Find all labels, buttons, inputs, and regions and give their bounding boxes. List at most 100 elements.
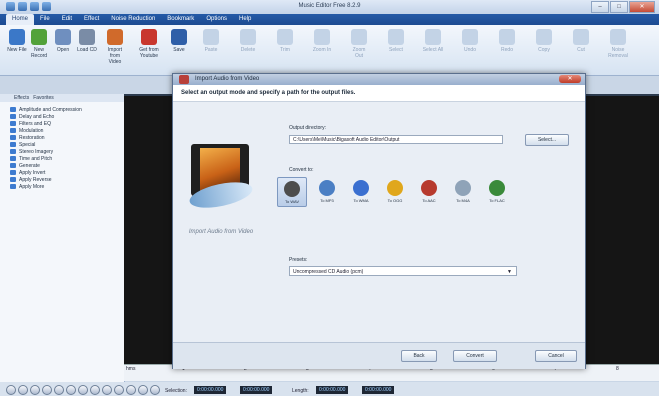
rewind-button[interactable]	[18, 385, 28, 395]
record-button[interactable]	[66, 385, 76, 395]
effect-label: Amplitude and Compression	[19, 106, 82, 113]
ribbon-disabled-select-all: Select All	[422, 29, 444, 53]
zoom-fit-button[interactable]	[138, 385, 148, 395]
format-label: To AAC	[422, 198, 436, 203]
back-button[interactable]: Back	[401, 350, 437, 362]
tab-edit[interactable]: Edit	[56, 14, 78, 25]
effect-item[interactable]: Restoration	[10, 134, 82, 141]
disabled-tool-icon	[462, 29, 478, 45]
tab-options[interactable]: Options	[200, 14, 233, 25]
maximize-button[interactable]: □	[610, 1, 628, 13]
record-icon	[31, 29, 47, 45]
ribbon-disabled-label: Select All	[422, 47, 444, 53]
effect-item[interactable]: Generate	[10, 162, 82, 169]
go-start-button[interactable]	[90, 385, 100, 395]
effect-icon	[10, 121, 16, 126]
dialog-title-bar: Import Audio from Video ✕	[173, 74, 585, 85]
ribbon-disabled-label: Redo	[501, 47, 513, 53]
zoom-selection-button[interactable]	[150, 385, 160, 395]
format-option-m4a[interactable]: To M4A	[449, 177, 477, 205]
forward-button[interactable]	[54, 385, 64, 395]
ribbon-tabs: Home File Edit Effect Noise Reduction Bookmar…	[0, 14, 659, 25]
ribbon-disabled-zoom-in: Zoom In	[311, 29, 333, 53]
go-end-button[interactable]	[102, 385, 112, 395]
import-audio-dialog: Import Audio from Video ✕ Select an outp…	[172, 73, 586, 369]
effects-panel: Effects Favorites Amplitude and Compress…	[0, 94, 125, 396]
dialog-app-icon	[179, 75, 189, 84]
effect-item[interactable]: Modulation	[10, 127, 82, 134]
tab-favorites[interactable]: Favorites	[33, 94, 54, 102]
play-button[interactable]	[30, 385, 40, 395]
ribbon-button-open-folder[interactable]: Open	[52, 29, 74, 53]
ribbon-button-save[interactable]: Save	[168, 29, 190, 53]
output-directory-field[interactable]: C:\Users\Me\Music\Bigasoft Audio Editor\…	[289, 135, 503, 144]
effect-item[interactable]: Amplitude and Compression	[10, 106, 82, 113]
disabled-tool-icon	[573, 29, 589, 45]
ribbon-button-label: New File	[7, 47, 27, 53]
flac-icon	[489, 180, 505, 196]
selection-end-time: 0:00:00.000	[240, 386, 273, 394]
ribbon-button-label: New Record	[30, 47, 48, 59]
effect-item[interactable]: Stereo Imagery	[10, 148, 82, 155]
effect-icon	[10, 135, 16, 140]
format-label: To WMA	[353, 198, 369, 203]
format-option-wma[interactable]: To WMA	[347, 177, 375, 205]
tab-bookmark[interactable]: Bookmark	[161, 14, 200, 25]
format-option-wav[interactable]: To WAV	[277, 177, 307, 207]
tab-home[interactable]: Home	[6, 14, 35, 25]
disabled-tool-icon	[536, 29, 552, 45]
zoom-out-button[interactable]	[126, 385, 136, 395]
dropdown-arrow-icon[interactable]: ▼	[507, 267, 512, 277]
save-icon	[171, 29, 187, 45]
convert-button[interactable]: Convert	[453, 350, 497, 362]
format-option-aac[interactable]: To AAC	[415, 177, 443, 205]
close-window-button[interactable]: ✕	[629, 1, 655, 13]
effect-item[interactable]: Apply More	[10, 183, 82, 190]
minimize-button[interactable]: –	[591, 1, 609, 13]
stop-button[interactable]	[6, 385, 16, 395]
format-option-mp3[interactable]: To MP3	[313, 177, 341, 205]
output-directory-label: Output directory:	[289, 125, 326, 131]
tab-effects[interactable]: Effects	[14, 94, 29, 102]
preset-select[interactable]: Uncompressed CD Audio (pcm) ▼	[289, 266, 517, 276]
effect-item[interactable]: Special	[10, 141, 82, 148]
effects-panel-tabs: Effects Favorites	[0, 94, 124, 102]
effect-item[interactable]: Apply Reverse	[10, 176, 82, 183]
effect-label: Special	[19, 141, 36, 148]
youtube-icon	[141, 29, 157, 45]
disabled-tool-icon	[499, 29, 515, 45]
effect-label: Apply Invert	[19, 169, 46, 176]
loop-button[interactable]	[78, 385, 88, 395]
zoom-in-button[interactable]	[114, 385, 124, 395]
tab-noise-reduction[interactable]: Noise Reduction	[105, 14, 161, 25]
presets-label: Presets:	[289, 257, 308, 263]
tab-file[interactable]: File	[34, 14, 56, 25]
effect-item[interactable]: Delay and Echo	[10, 113, 82, 120]
tab-effect[interactable]: Effect	[78, 14, 105, 25]
cancel-button[interactable]: Cancel	[535, 350, 577, 362]
ribbon-disabled-label: Copy	[538, 47, 550, 53]
ribbon-button-record[interactable]: New Record	[28, 29, 50, 59]
effects-tree: Amplitude and Compression Delay and Echo F…	[10, 106, 82, 190]
effect-item[interactable]: Time and Pitch	[10, 155, 82, 162]
ribbon-button-label: Get from Youtube	[139, 47, 159, 59]
format-label: To M4A	[456, 198, 470, 203]
ribbon-button-import-video[interactable]: Import from Video	[104, 29, 126, 65]
format-option-ogg[interactable]: To OGG	[381, 177, 409, 205]
wma-icon	[353, 180, 369, 196]
format-option-flac[interactable]: To FLAC	[483, 177, 511, 205]
effect-item[interactable]: Apply Invert	[10, 169, 82, 176]
pause-button[interactable]	[42, 385, 52, 395]
title-bar: Music Editor Free 8.2.9 – □ ✕	[0, 0, 659, 14]
ribbon-button-new-file[interactable]: New File	[6, 29, 28, 53]
app-title: Music Editor Free 8.2.9	[298, 3, 361, 9]
ribbon-button-youtube[interactable]: Get from Youtube	[138, 29, 160, 59]
ribbon-button-cd[interactable]: Load CD	[76, 29, 98, 53]
format-label: To MP3	[320, 198, 334, 203]
tab-help[interactable]: Help	[233, 14, 257, 25]
ribbon-button-label: Open	[56, 47, 70, 53]
ribbon-disabled-trim: Trim	[274, 29, 296, 53]
dialog-close-button[interactable]: ✕	[559, 75, 581, 83]
select-directory-button[interactable]: Select...	[525, 134, 569, 146]
effect-item[interactable]: Filters and EQ	[10, 120, 82, 127]
